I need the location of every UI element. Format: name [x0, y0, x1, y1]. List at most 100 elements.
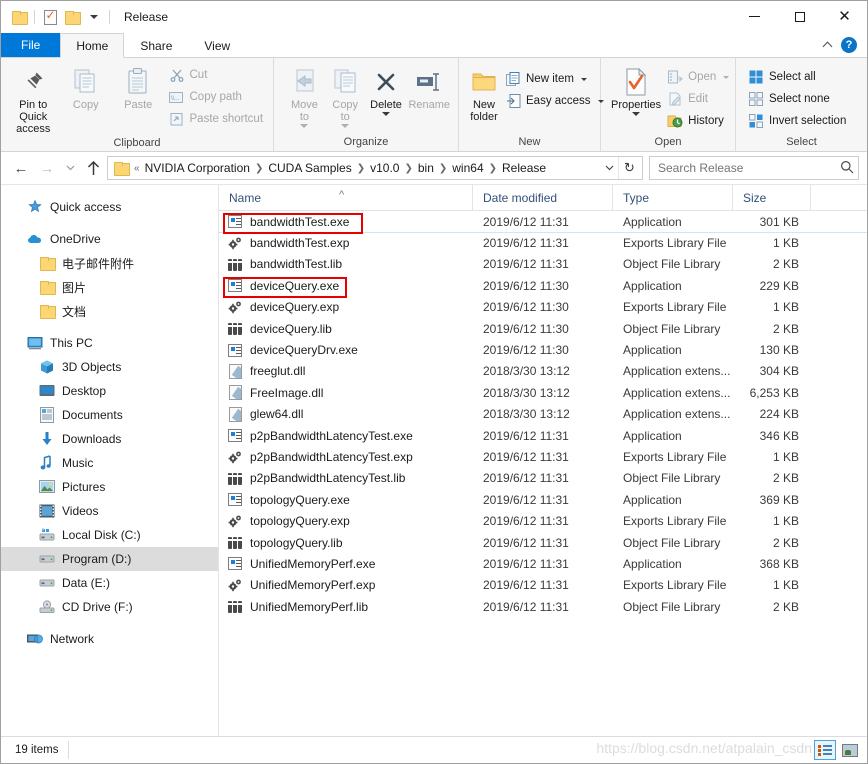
table-row[interactable]: p2pBandwidthLatencyTest.exe 2019/6/12 11… [219, 425, 867, 446]
pin-to-quick-access-button[interactable]: Pin to Quick access [7, 62, 60, 135]
file-name-cell[interactable]: glew64.dll [219, 406, 473, 422]
search-icon[interactable] [840, 160, 854, 177]
sidebar-item-3d-objects[interactable]: 3D Objects [1, 355, 218, 379]
file-name-cell[interactable]: freeglut.dll [219, 363, 473, 379]
column-header-name[interactable]: Name ^ [219, 184, 473, 211]
new-item-button[interactable]: New item [501, 68, 608, 90]
qat-new-folder-icon[interactable] [61, 6, 83, 28]
sidebar-item-quick-access[interactable]: Quick access [1, 195, 218, 219]
file-name-cell[interactable]: bandwidthTest.exe [219, 214, 473, 230]
collapse-ribbon-chevron-up-icon[interactable] [824, 41, 833, 50]
breadcrumb-sep-1[interactable]: ❯ [356, 163, 366, 174]
details-view-button[interactable] [814, 740, 836, 760]
file-name-cell[interactable]: topologyQuery.exp [219, 513, 473, 529]
help-icon[interactable]: ? [841, 37, 857, 53]
tab-file[interactable]: File [1, 33, 61, 57]
qat-customize-dropdown-icon[interactable] [83, 6, 105, 28]
file-name-cell[interactable]: topologyQuery.lib [219, 535, 473, 551]
rename-button[interactable]: Rename [406, 62, 452, 111]
select-none-button[interactable]: Select none [744, 88, 850, 110]
table-row[interactable]: freeglut.dll 2018/3/30 13:12 Application… [219, 361, 867, 382]
up-button[interactable] [81, 156, 105, 180]
move-to-caret-down-icon[interactable] [300, 124, 309, 128]
properties-button[interactable]: Properties [609, 62, 663, 116]
copy-to-caret-down-icon[interactable] [341, 124, 350, 128]
open-button[interactable]: Open [663, 66, 733, 88]
sidebar-item-documents-cn[interactable]: 文档 [1, 299, 218, 323]
tab-share[interactable]: Share [124, 33, 188, 57]
breadcrumb-item-0[interactable]: NVIDIA Corporation [141, 161, 254, 175]
file-name-cell[interactable]: deviceQueryDrv.exe [219, 342, 473, 358]
table-row[interactable]: topologyQuery.exp 2019/6/12 11:31 Export… [219, 510, 867, 531]
sidebar-item-local-disk-c[interactable]: Local Disk (C:) [1, 523, 218, 547]
table-row[interactable]: UnifiedMemoryPerf.exp 2019/6/12 11:31 Ex… [219, 575, 867, 596]
invert-selection-button[interactable]: Invert selection [744, 110, 850, 132]
paste-shortcut-button[interactable]: Paste shortcut [165, 108, 268, 130]
back-button[interactable]: ← [9, 156, 33, 180]
table-row[interactable]: FreeImage.dll 2018/3/30 13:12 Applicatio… [219, 382, 867, 403]
breadcrumb-item-1[interactable]: CUDA Samples [264, 161, 355, 175]
column-header-type[interactable]: Type [613, 184, 733, 211]
search-input[interactable] [658, 161, 840, 175]
sidebar-item-videos[interactable]: Videos [1, 499, 218, 523]
file-name-cell[interactable]: deviceQuery.exe [219, 278, 473, 294]
minimize-button[interactable] [732, 1, 777, 32]
table-row[interactable]: deviceQuery.exe 2019/6/12 11:30 Applicat… [219, 275, 867, 296]
sidebar-item-desktop[interactable]: Desktop [1, 379, 218, 403]
select-all-button[interactable]: Select all [744, 66, 850, 88]
sidebar-item-data-e[interactable]: Data (E:) [1, 571, 218, 595]
breadcrumb-item-3[interactable]: bin [414, 161, 438, 175]
tab-view[interactable]: View [188, 33, 246, 57]
breadcrumb-sep-4[interactable]: ❯ [488, 163, 498, 174]
qat-folder-icon[interactable] [8, 6, 30, 28]
new-item-caret-down-icon[interactable] [580, 77, 587, 81]
file-name-cell[interactable]: deviceQuery.exp [219, 299, 473, 315]
paste-button[interactable]: Paste [112, 62, 165, 111]
sidebar-item-downloads[interactable]: Downloads [1, 427, 218, 451]
delete-button[interactable]: Delete [366, 62, 407, 116]
column-header-date-modified[interactable]: Date modified [473, 184, 613, 211]
sidebar-item-pictures[interactable]: Pictures [1, 475, 218, 499]
breadcrumb-sep-3[interactable]: ❯ [438, 163, 448, 174]
maximize-button[interactable] [777, 1, 822, 32]
table-row[interactable]: bandwidthTest.exp 2019/6/12 11:31 Export… [219, 232, 867, 253]
breadcrumb-dropdown-chevron-down-icon[interactable] [600, 157, 618, 179]
cut-button[interactable]: Cut [165, 64, 268, 86]
search-box[interactable] [649, 156, 859, 180]
close-button[interactable]: ✕ [822, 1, 867, 32]
breadcrumb[interactable]: « NVIDIA Corporation ❯ CUDA Samples ❯ v1… [107, 156, 643, 180]
delete-caret-down-icon[interactable] [382, 112, 391, 116]
table-row[interactable]: bandwidthTest.lib 2019/6/12 11:31 Object… [219, 254, 867, 275]
table-row[interactable]: topologyQuery.exe 2019/6/12 11:31 Applic… [219, 489, 867, 510]
table-row[interactable]: p2pBandwidthLatencyTest.exp 2019/6/12 11… [219, 446, 867, 467]
sidebar-item-network[interactable]: Network [1, 627, 218, 651]
table-row[interactable]: UnifiedMemoryPerf.lib 2019/6/12 11:31 Ob… [219, 596, 867, 617]
breadcrumb-sep-2[interactable]: ❯ [403, 163, 413, 174]
tab-home[interactable]: Home [60, 33, 125, 58]
large-icons-view-button[interactable] [839, 740, 861, 760]
copy-to-button[interactable]: Copy to [325, 62, 366, 128]
sidebar-item-email-attachments[interactable]: 电子邮件附件 [1, 251, 218, 275]
breadcrumb-item-2[interactable]: v10.0 [366, 161, 403, 175]
file-name-cell[interactable]: UnifiedMemoryPerf.exe [219, 556, 473, 572]
file-name-cell[interactable]: p2pBandwidthLatencyTest.exe [219, 428, 473, 444]
qat-properties-icon[interactable] [39, 6, 61, 28]
move-to-button[interactable]: Move to [284, 62, 325, 128]
file-name-cell[interactable]: bandwidthTest.lib [219, 256, 473, 272]
table-row[interactable]: bandwidthTest.exe 2019/6/12 11:31 Applic… [219, 211, 867, 234]
open-caret-down-icon[interactable] [723, 75, 730, 79]
new-folder-button[interactable]: New folder [467, 62, 501, 123]
sidebar-item-program-d[interactable]: Program (D:) [1, 547, 218, 571]
sidebar-item-pictures-cn[interactable]: 图片 [1, 275, 218, 299]
breadcrumb-item-4[interactable]: win64 [448, 161, 487, 175]
file-name-cell[interactable]: deviceQuery.lib [219, 321, 473, 337]
file-name-cell[interactable]: bandwidthTest.exp [219, 235, 473, 251]
file-name-cell[interactable]: p2pBandwidthLatencyTest.exp [219, 449, 473, 465]
file-name-cell[interactable]: UnifiedMemoryPerf.lib [219, 599, 473, 615]
history-button[interactable]: History [663, 110, 733, 132]
sidebar-item-cd-drive-f[interactable]: CD Drive (F:) [1, 595, 218, 619]
sidebar-item-music[interactable]: Music [1, 451, 218, 475]
sidebar-item-onedrive[interactable]: OneDrive [1, 227, 218, 251]
table-row[interactable]: topologyQuery.lib 2019/6/12 11:31 Object… [219, 532, 867, 553]
table-row[interactable]: deviceQuery.exp 2019/6/12 11:30 Exports … [219, 297, 867, 318]
